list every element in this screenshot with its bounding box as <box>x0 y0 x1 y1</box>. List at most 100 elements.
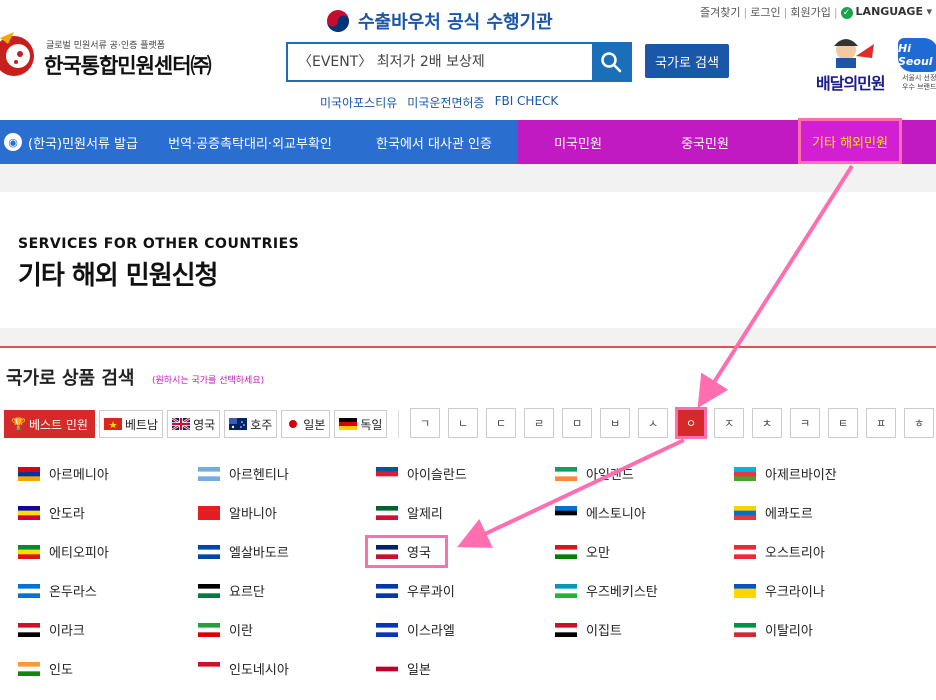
trophy-icon: 🏆 <box>11 417 26 431</box>
country-flag-icon <box>555 622 577 637</box>
country-item[interactable]: 알바니아 <box>198 503 277 522</box>
country-name: 이탈리아 <box>765 624 813 639</box>
nav-item-usa[interactable]: 미국민원 <box>518 120 638 164</box>
delivery-logo-text[interactable]: 배달의민원 <box>816 70 886 94</box>
country-item[interactable]: 안도라 <box>18 503 85 522</box>
language-selector[interactable]: ✓ LANGUAGE ▾ <box>840 5 932 19</box>
page-title: 기타 해외 민원신청 <box>18 261 218 291</box>
country-item[interactable]: 영국 <box>365 535 448 568</box>
country-name: 오만 <box>586 546 610 561</box>
uk-flag-icon <box>172 418 191 430</box>
country-item[interactable]: 우즈베키스탄 <box>555 581 658 600</box>
country-item[interactable]: 아이슬란드 <box>376 464 467 483</box>
nav-item-translation[interactable]: 번역·공증촉탁대리·외교부확인 <box>150 120 350 164</box>
site-logo-text[interactable]: 한국통합민원센터㈜ <box>44 50 212 80</box>
chip-uk[interactable]: 영국 <box>167 410 221 438</box>
chip-vietnam[interactable]: 베트남 <box>98 410 164 438</box>
consonant-button[interactable]: ㅍ <box>866 408 896 438</box>
country-name: 인도네시아 <box>229 663 289 678</box>
gray-band <box>0 328 936 346</box>
country-name: 에티오피아 <box>49 546 109 561</box>
consonant-button[interactable]: ㅌ <box>828 408 858 438</box>
consonant-button[interactable]: ㅊ <box>752 408 782 438</box>
country-item[interactable]: 일본 <box>376 659 431 678</box>
search-input[interactable] <box>288 44 592 80</box>
country-item[interactable]: 이탈리아 <box>734 620 813 639</box>
country-flag-icon <box>198 583 220 598</box>
consonant-button[interactable]: ㅂ <box>600 408 630 438</box>
customs-text: 수출바우처 공식 수행기관 <box>358 12 553 33</box>
country-item[interactable]: 알제리 <box>376 503 443 522</box>
country-flag-icon <box>734 544 756 559</box>
country-flag-icon <box>734 622 756 637</box>
nav-item-other-countries[interactable]: 기타 해외민원 <box>798 118 902 164</box>
chip-germany[interactable]: 독일 <box>334 410 388 438</box>
country-item[interactable]: 요르단 <box>198 581 265 600</box>
mascot-logo-icon[interactable] <box>0 22 38 88</box>
consonant-button[interactable]: ㅅ <box>638 408 668 438</box>
japan-flag-icon <box>286 419 300 429</box>
country-item[interactable]: 오만 <box>555 542 610 561</box>
country-search-button[interactable]: 국가로 검색 <box>645 44 729 78</box>
consonant-button[interactable]: ㅈ <box>714 408 744 438</box>
country-item[interactable]: 아르헨티나 <box>198 464 289 483</box>
consonant-button[interactable]: ㄷ <box>486 408 516 438</box>
nav-item-label: 기타 해외민원 <box>812 135 888 151</box>
country-name: 에콰도르 <box>765 507 813 522</box>
chip-divider <box>398 410 399 438</box>
country-item[interactable]: 아르메니아 <box>18 464 109 483</box>
consonant-button[interactable]: ㅇ <box>675 407 707 439</box>
consonant-button[interactable]: ㄱ <box>410 408 440 438</box>
chip-japan[interactable]: 일본 <box>281 410 331 438</box>
chip-best[interactable]: 🏆 베스트 민원 <box>4 410 95 438</box>
quick-link-license[interactable]: 미국운전면허증 <box>407 94 484 111</box>
consonant-button[interactable]: ㅁ <box>562 408 592 438</box>
country-name: 온두라스 <box>49 585 97 600</box>
country-item[interactable]: 아일랜드 <box>555 464 634 483</box>
hiseoul-caption: 서울시 선정 우수 브랜드 <box>902 74 936 92</box>
signup-link[interactable]: 회원가입 <box>790 4 830 20</box>
country-item[interactable]: 이집트 <box>555 620 622 639</box>
country-name: 영국 <box>407 546 431 561</box>
consonant-button[interactable]: ㅋ <box>790 408 820 438</box>
country-name: 아일랜드 <box>586 468 634 483</box>
country-item[interactable]: 우루과이 <box>376 581 455 600</box>
country-item[interactable]: 아제르바이잔 <box>734 464 837 483</box>
site-header: 즐겨찾기 | 로그인 | 회원가입 | ✓ LANGUAGE ▾ 글로벌 민원서류… <box>0 0 936 118</box>
chip-label: 영국 <box>193 417 216 432</box>
bookmark-link[interactable]: 즐겨찾기 <box>700 4 740 20</box>
quick-link-apostille[interactable]: 미국아포스티유 <box>320 94 397 111</box>
country-flag-icon <box>198 466 220 481</box>
country-item[interactable]: 에콰도르 <box>734 503 813 522</box>
nav-item-embassy[interactable]: 한국에서 대사관 인증 <box>350 120 518 164</box>
chip-australia[interactable]: 호주 <box>224 410 278 438</box>
country-name: 인도 <box>49 663 73 678</box>
country-item[interactable]: 인도네시아 <box>198 659 289 678</box>
country-item[interactable]: 에티오피아 <box>18 542 109 561</box>
consonant-button[interactable]: ㄴ <box>448 408 478 438</box>
country-item[interactable]: 인도 <box>18 659 73 678</box>
quick-links: 미국아포스티유 미국운전면허증 FBI CHECK <box>320 94 558 111</box>
search-button[interactable] <box>592 44 630 80</box>
separator: | <box>783 5 788 19</box>
consonant-button[interactable]: ㄹ <box>524 408 554 438</box>
country-item[interactable]: 이란 <box>198 620 253 639</box>
login-link[interactable]: 로그인 <box>750 4 780 20</box>
country-item[interactable]: 이스라엘 <box>376 620 455 639</box>
country-item[interactable]: 온두라스 <box>18 581 97 600</box>
country-name: 이집트 <box>586 624 622 639</box>
country-flag-icon <box>376 466 398 481</box>
country-item[interactable]: 이라크 <box>18 620 85 639</box>
nav-item-china[interactable]: 중국민원 <box>638 120 772 164</box>
quick-link-fbi[interactable]: FBI CHECK <box>495 94 559 111</box>
country-item[interactable]: 오스트리아 <box>734 542 825 561</box>
country-search-title: 국가로 상품 검색 <box>6 368 135 389</box>
country-name: 이라크 <box>49 624 85 639</box>
country-item[interactable]: 엘살바도르 <box>198 542 289 561</box>
country-item[interactable]: 에스토니아 <box>555 503 646 522</box>
nav-item-label: 중국민원 <box>681 136 729 152</box>
nav-item-korean-docs[interactable]: ◉ (한국)민원서류 발급 <box>0 120 150 164</box>
consonant-button[interactable]: ㅎ <box>904 408 934 438</box>
country-item[interactable]: 우크라이나 <box>734 581 825 600</box>
country-flag-icon <box>555 466 577 481</box>
